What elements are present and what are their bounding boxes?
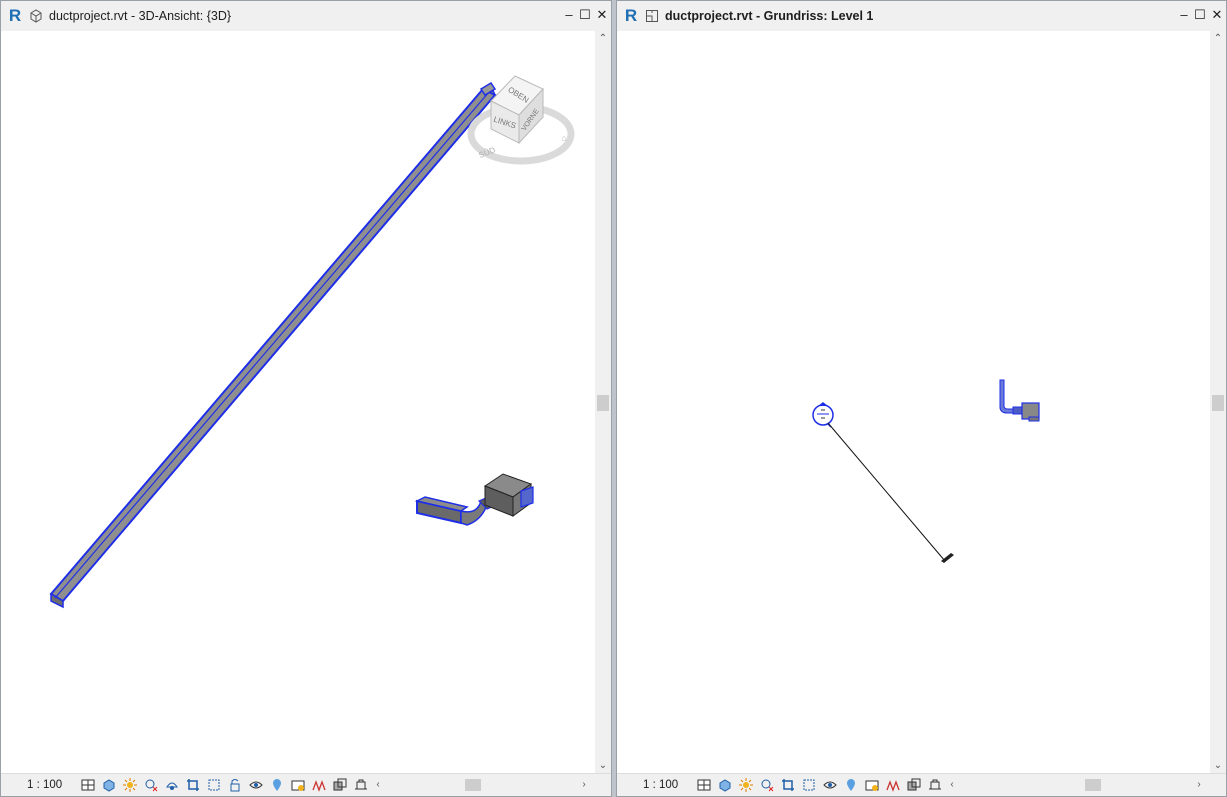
- close-button[interactable]: ✕: [1210, 7, 1224, 23]
- scroll-up-button[interactable]: ⌃: [595, 31, 611, 47]
- visual-style-icon[interactable]: [714, 776, 735, 794]
- close-button[interactable]: ✕: [595, 7, 609, 23]
- elevation-marker[interactable]: [812, 402, 834, 428]
- scroll-thumb[interactable]: [1212, 395, 1224, 411]
- viewcube-home-icon: ⌂: [561, 133, 566, 143]
- highlight-displacement-icon[interactable]: [903, 776, 924, 794]
- scroll-right-button[interactable]: ›: [577, 777, 591, 793]
- scroll-right-button[interactable]: ›: [1192, 777, 1206, 793]
- view-control-bar: 1 : 100 ‹ ›: [617, 773, 1226, 796]
- scroll-down-button[interactable]: ⌄: [595, 758, 611, 774]
- minimize-button[interactable]: –: [1177, 7, 1191, 23]
- worksharing-display-icon[interactable]: [350, 776, 371, 794]
- analytical-model-icon[interactable]: [308, 776, 329, 794]
- view-window-plan[interactable]: R ductproject.rvt - Grundriss: Level 1 –…: [616, 0, 1227, 797]
- temporary-view-properties-icon[interactable]: [287, 776, 308, 794]
- sun-path-icon[interactable]: [735, 776, 756, 794]
- duct-plan-symbol[interactable]: [999, 379, 1040, 422]
- vertical-scrollbar[interactable]: ⌃ ⌄: [595, 31, 611, 774]
- crop-view-icon[interactable]: [182, 776, 203, 794]
- duct-straight[interactable]: [49, 81, 497, 609]
- window-title: ductproject.rvt - 3D-Ansicht: {3D}: [49, 9, 232, 23]
- shadows-icon[interactable]: [140, 776, 161, 794]
- detail-level-icon[interactable]: [693, 776, 714, 794]
- shadows-icon[interactable]: [756, 776, 777, 794]
- visual-style-icon[interactable]: [98, 776, 119, 794]
- leader-line[interactable]: [827, 422, 946, 562]
- view-control-icons: [77, 776, 371, 794]
- temporary-hide-icon[interactable]: [819, 776, 840, 794]
- vertical-scrollbar[interactable]: ⌃ ⌄: [1210, 31, 1226, 774]
- view-window-3d[interactable]: R ductproject.rvt - 3D-Ansicht: {3D} – ☐…: [0, 0, 612, 797]
- title-bar[interactable]: R ductproject.rvt - Grundriss: Level 1 –…: [617, 1, 1226, 32]
- horizontal-scrollbar[interactable]: ‹ ›: [371, 777, 591, 793]
- 3d-view-icon: [30, 9, 42, 23]
- scroll-left-button[interactable]: ‹: [945, 777, 959, 793]
- highlight-displacement-icon[interactable]: [329, 776, 350, 794]
- scroll-left-button[interactable]: ‹: [371, 777, 385, 793]
- horizontal-scrollbar[interactable]: ‹ ›: [945, 777, 1206, 793]
- show-crop-region-icon[interactable]: [203, 776, 224, 794]
- analytical-model-icon[interactable]: [882, 776, 903, 794]
- scroll-thumb[interactable]: [597, 395, 609, 411]
- minimize-button[interactable]: –: [562, 7, 576, 23]
- window-title: ductproject.rvt - Grundriss: Level 1: [665, 9, 874, 23]
- crop-view-icon[interactable]: [777, 776, 798, 794]
- scroll-up-button[interactable]: ⌃: [1210, 31, 1226, 47]
- floor-plan-icon: [646, 10, 658, 22]
- reveal-hidden-icon[interactable]: [266, 776, 287, 794]
- h-scroll-thumb[interactable]: [1085, 779, 1101, 791]
- temporary-view-properties-icon[interactable]: [861, 776, 882, 794]
- maximize-button[interactable]: ☐: [578, 7, 592, 23]
- scroll-down-button[interactable]: ⌄: [1210, 758, 1226, 774]
- revit-logo-icon: R: [8, 6, 22, 25]
- h-scroll-thumb[interactable]: [465, 779, 481, 791]
- detail-level-icon[interactable]: [77, 776, 98, 794]
- view-control-icons: [693, 776, 945, 794]
- show-crop-region-icon[interactable]: [798, 776, 819, 794]
- view-scale[interactable]: 1 : 100: [27, 779, 77, 791]
- unlock-3d-view-icon[interactable]: [224, 776, 245, 794]
- worksharing-display-icon[interactable]: [924, 776, 945, 794]
- title-bar[interactable]: R ductproject.rvt - 3D-Ansicht: {3D} – ☐…: [1, 1, 611, 32]
- maximize-button[interactable]: ☐: [1193, 7, 1207, 23]
- sun-path-icon[interactable]: [119, 776, 140, 794]
- drawing-area-plan[interactable]: [617, 31, 1210, 774]
- reveal-hidden-icon[interactable]: [840, 776, 861, 794]
- drawing-area-3d[interactable]: OBEN LINKS VORNE SÜD ⌂: [1, 31, 595, 774]
- temporary-hide-icon[interactable]: [245, 776, 266, 794]
- show-rendering-icon[interactable]: [161, 776, 182, 794]
- view-control-bar: 1 : 100 ‹ ›: [1, 773, 611, 796]
- view-scale[interactable]: 1 : 100: [643, 779, 693, 791]
- duct-elbow-with-box[interactable]: [414, 473, 534, 526]
- revit-logo-icon: R: [624, 6, 638, 25]
